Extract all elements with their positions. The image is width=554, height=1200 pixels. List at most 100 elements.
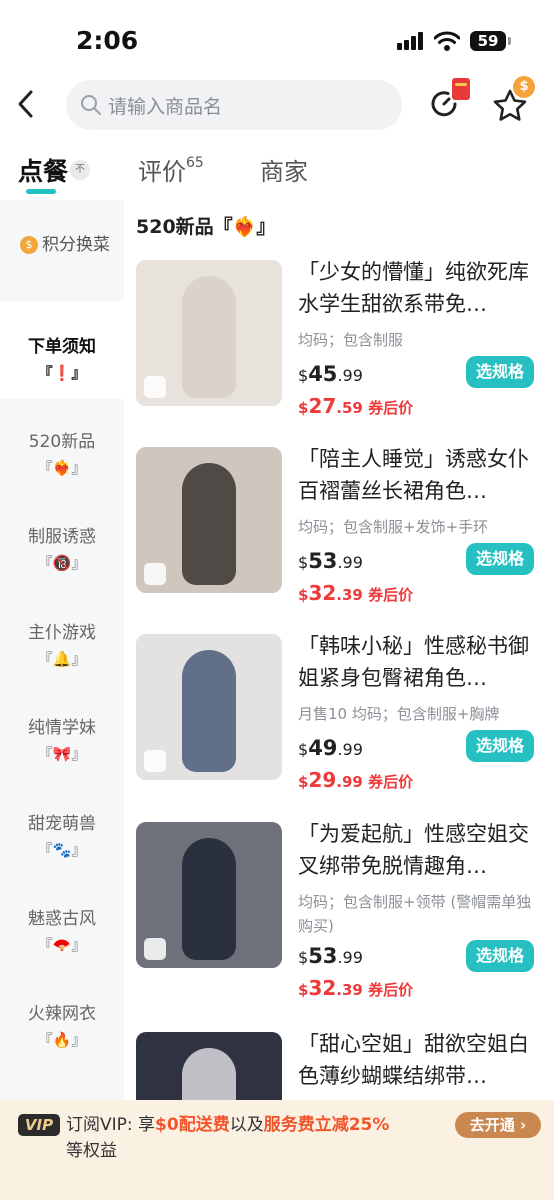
coupon-decimal: .99 <box>336 773 363 791</box>
coupon-integer: 32 <box>308 581 337 605</box>
coupon-label: 券后价 <box>368 773 414 791</box>
sidebar-item-emoji: 『🐾』 <box>37 841 87 859</box>
sidebar-item-pet[interactable]: 甜宠萌兽 『🐾』 <box>0 811 124 863</box>
product-image[interactable] <box>136 260 282 406</box>
product-name: 「陪主人睡觉」诱惑女仆百褶蕾丝长裙角色… <box>298 447 529 503</box>
vip-text-part: 订阅VIP: 享 <box>66 1115 156 1135</box>
points-exchange[interactable]: $ 积分换菜 <box>20 230 120 260</box>
price-decimal: .99 <box>337 740 363 759</box>
status-bar: 2:06 59 <box>0 0 554 72</box>
tab-order[interactable]: 点餐 <box>18 152 68 188</box>
dollar-icon: $ <box>20 236 38 254</box>
sidebar-item-emoji: 『❗』 <box>37 364 87 382</box>
price-integer: 53 <box>308 549 338 573</box>
select-spec-button[interactable]: 选规格 <box>466 940 534 972</box>
sidebar-item-emoji: 『🔥』 <box>37 1031 87 1049</box>
sidebar-item-emoji: 『🔔』 <box>37 650 87 668</box>
battery-icon: 59 <box>470 31 511 51</box>
select-spec-button[interactable]: 选规格 <box>466 356 534 388</box>
sidebar-item-student[interactable]: 纯情学妹 『🎀』 <box>0 715 124 767</box>
status-time: 2:06 <box>76 26 139 55</box>
bag-icon <box>144 750 166 772</box>
vip-open-button[interactable]: 去开通 › <box>455 1112 541 1138</box>
vip-text-part: 等权益 <box>66 1141 117 1161</box>
review-count: 65 <box>186 155 204 171</box>
search-input[interactable]: 请输入商品名 <box>66 80 402 130</box>
section-title: 520新品『❤️‍🔥』 <box>136 216 276 238</box>
product-card[interactable]: 「陪主人睡觉」诱惑女仆百褶蕾丝长裙角色… 均码；包含制服+发饰+手环 $53.9… <box>136 447 544 607</box>
price-decimal: .99 <box>337 553 363 572</box>
search-icon <box>81 95 101 115</box>
coupon-price: $29.99 券后价 <box>298 768 414 792</box>
vip-badge: VIP <box>18 1114 60 1136</box>
product-price: $53.99 <box>298 944 363 968</box>
coupon-decimal: .39 <box>336 586 363 604</box>
price-integer: 53 <box>308 944 338 968</box>
sidebar-item-uniform[interactable]: 制服诱惑 『🔞』 <box>0 524 124 576</box>
back-icon[interactable] <box>12 86 40 122</box>
coupon-price: $27.59 券后价 <box>298 394 414 418</box>
coupon-label: 券后价 <box>368 399 414 417</box>
price-integer: 49 <box>308 736 338 760</box>
select-spec-button[interactable]: 选规格 <box>466 730 534 762</box>
coupon-integer: 27 <box>308 394 337 418</box>
sidebar-item-ancient[interactable]: 魅惑古风 『🪭』 <box>0 906 124 958</box>
coupon-decimal: .39 <box>336 981 363 999</box>
product-spec: 均码；包含制服 <box>298 331 404 349</box>
product-name: 「甜心空姐」甜欲空姐白色薄纱蝴蝶结绑带… <box>298 1032 529 1088</box>
price-integer: 45 <box>308 362 338 386</box>
bag-icon <box>144 938 166 960</box>
product-name: 「为爱起航」性感空姐交叉绑带免脱情趣角… <box>298 822 529 878</box>
select-spec-button[interactable]: 选规格 <box>466 543 534 575</box>
product-price: $45.99 <box>298 362 363 386</box>
bag-icon <box>144 563 166 585</box>
sidebar-item-label: 主仆游戏 <box>28 623 96 643</box>
sidebar-item-label: 甜宠萌兽 <box>28 814 96 834</box>
points-label: 积分换菜 <box>42 235 110 255</box>
coupon-price: $32.39 券后价 <box>298 976 414 1000</box>
product-image[interactable] <box>136 822 282 968</box>
sidebar-item-label: 制服诱惑 <box>28 527 96 547</box>
coupon-label: 券后价 <box>368 586 414 604</box>
vip-banner[interactable]: VIP 订阅VIP: 享$0配送费以及服务费立减25% 等权益 去开通 › <box>0 1100 554 1200</box>
wifi-icon <box>434 31 460 51</box>
coin-icon: $ <box>513 76 535 98</box>
product-image[interactable] <box>136 447 282 593</box>
product-name: 「少女的懵懂」纯欲死库水学生甜欲系带免… <box>298 260 529 316</box>
sidebar-item-notice[interactable]: 下单须知 『❗』 <box>0 334 124 386</box>
tab-merchant[interactable]: 商家 <box>260 152 308 187</box>
product-image[interactable] <box>136 634 282 780</box>
vip-highlight-delivery: $0配送费 <box>155 1115 230 1135</box>
sidebar-item-emoji: 『🔞』 <box>37 554 87 572</box>
product-card[interactable]: 「少女的懵懂」纯欲死库水学生甜欲系带免… 均码；包含制服 $45.99 $27.… <box>136 260 544 420</box>
product-figure <box>182 463 236 585</box>
tab-reviews-label: 评价 <box>138 158 186 186</box>
product-spec: 月售10 均码；包含制服+胸牌 <box>298 705 500 723</box>
vip-text-part: 以及 <box>229 1115 264 1135</box>
product-figure <box>182 650 236 772</box>
price-decimal: .99 <box>337 366 363 385</box>
sort-icon[interactable]: 不 <box>70 160 90 180</box>
sidebar-item-emoji: 『🎀』 <box>37 745 87 763</box>
sidebar-item-mesh[interactable]: 火辣网衣 『🔥』 <box>0 1001 124 1053</box>
sidebar-item-emoji: 『🪭』 <box>37 936 87 954</box>
product-card[interactable]: 「韩味小秘」性感秘书御姐紧身包臀裙角色… 月售10 均码；包含制服+胸牌 $49… <box>136 634 544 794</box>
tab-order-label: 点餐 <box>18 157 69 186</box>
product-spec: 均码；包含制服+领带 (警帽需单独购买) <box>298 893 532 935</box>
product-spec: 均码；包含制服+发饰+手环 <box>298 518 489 536</box>
sidebar-item-label: 魅惑古风 <box>28 909 96 929</box>
coupon-price: $32.39 券后价 <box>298 581 414 605</box>
product-figure <box>182 838 236 960</box>
sidebar-item-new[interactable]: 520新品 『❤️‍🔥』 <box>0 429 124 481</box>
product-card[interactable]: 「为爱起航」性感空姐交叉绑带免脱情趣角… 均码；包含制服+领带 (警帽需单独购买… <box>136 822 544 1000</box>
coupon-integer: 29 <box>308 768 337 792</box>
price-decimal: .99 <box>337 948 363 967</box>
tab-reviews[interactable]: 评价65 <box>138 152 204 187</box>
sidebar-item-maid[interactable]: 主仆游戏 『🔔』 <box>0 620 124 672</box>
vip-text: 订阅VIP: 享$0配送费以及服务费立减25% 等权益 <box>66 1112 436 1164</box>
sidebar-item-label: 下单须知 <box>28 337 96 357</box>
tab-active-indicator <box>26 189 56 194</box>
red-packet-icon <box>452 78 470 100</box>
coupon-label: 券后价 <box>368 981 414 999</box>
sidebar-item-emoji: 『❤️‍🔥』 <box>37 459 87 477</box>
